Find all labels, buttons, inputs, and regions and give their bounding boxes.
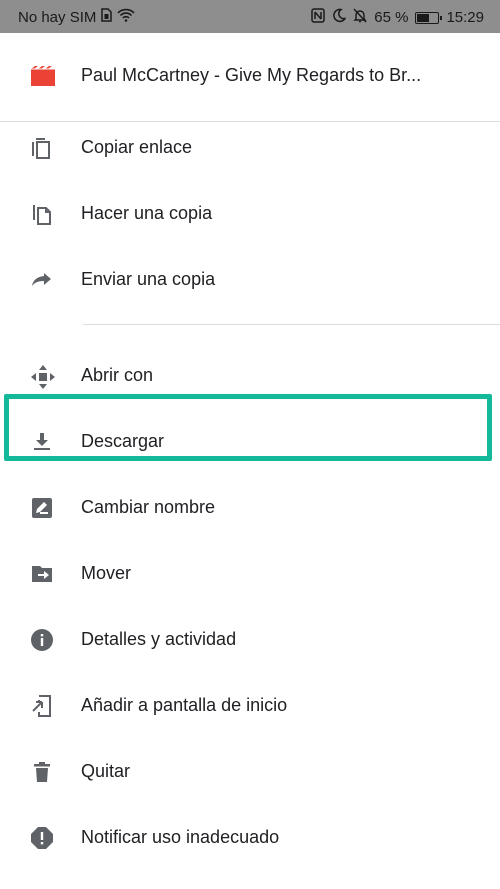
menu-item-label: Abrir con (81, 365, 154, 385)
bell-off-icon (353, 8, 367, 27)
trash-icon (30, 760, 54, 784)
file-header: Paul McCartney - Give My Regards to Br..… (0, 33, 500, 121)
make-copy-icon (30, 202, 54, 226)
status-bar-right: 65 % 15:29 (311, 8, 484, 27)
nfc-icon (311, 8, 325, 27)
add-to-home-icon (30, 694, 54, 718)
menu-item-label: Añadir a pantalla de inicio (81, 695, 288, 715)
menu-item-send-copy[interactable]: Enviar una copia (0, 252, 500, 308)
carrier-label: No hay SIM (18, 8, 97, 26)
menu-item-report[interactable]: Notificar uso inadecuado (0, 810, 500, 866)
send-copy-icon (30, 268, 54, 292)
battery-percent: 65 % (374, 9, 409, 26)
menu-item-move[interactable]: Mover (0, 546, 500, 602)
sim-icon (101, 8, 113, 26)
open-with-icon (30, 364, 55, 389)
menu-item-make-copy[interactable]: Hacer una copia (0, 186, 500, 242)
battery-fill (417, 13, 430, 22)
menu-item-label: Quitar (81, 761, 131, 781)
file-title: Paul McCartney - Give My Regards to Br..… (81, 65, 422, 85)
menu-item-label: Hacer una copia (81, 203, 213, 223)
menu-item-label: Enviar una copia (81, 269, 216, 289)
menu-item-label: Notificar uso inadecuado (81, 827, 280, 847)
battery-icon (415, 11, 443, 24)
menu-item-label: Detalles y actividad (81, 629, 237, 649)
download-highlight-frame (4, 394, 492, 461)
rename-icon (30, 496, 54, 520)
menu-item-details[interactable]: Detalles y actividad (0, 612, 500, 668)
info-icon (30, 628, 54, 652)
report-icon (30, 826, 54, 850)
wifi-icon (117, 8, 135, 26)
video-file-icon (30, 65, 56, 92)
menu-item-label: Cambiar nombre (81, 497, 216, 517)
clock: 15:29 (446, 9, 484, 26)
status-bar: No hay SIM 65 % 15:29 (0, 0, 500, 33)
menu-item-add-to-home[interactable]: Añadir a pantalla de inicio (0, 678, 500, 734)
moon-icon (332, 8, 347, 27)
menu-item-label: Mover (81, 563, 132, 583)
menu-item-label: Copiar enlace (81, 137, 193, 157)
menu-item-copy-link[interactable]: Copiar enlace (0, 120, 500, 176)
menu-item-remove[interactable]: Quitar (0, 744, 500, 800)
move-icon (30, 562, 54, 586)
section-divider (83, 324, 500, 325)
copy-link-icon (30, 136, 54, 160)
menu-item-rename[interactable]: Cambiar nombre (0, 480, 500, 536)
status-bar-left: No hay SIM (18, 8, 135, 26)
